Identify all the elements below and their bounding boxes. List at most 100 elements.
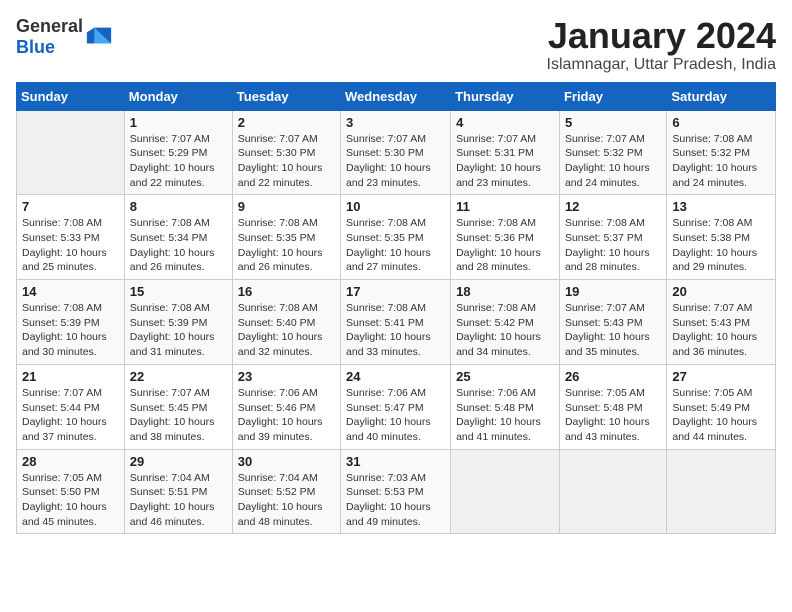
day-info: Sunrise: 7:07 AM Sunset: 5:30 PM Dayligh…: [346, 132, 445, 191]
day-number: 30: [238, 454, 335, 469]
day-info: Sunrise: 7:05 AM Sunset: 5:48 PM Dayligh…: [565, 386, 661, 445]
day-info: Sunrise: 7:08 AM Sunset: 5:37 PM Dayligh…: [565, 216, 661, 275]
day-info: Sunrise: 7:03 AM Sunset: 5:53 PM Dayligh…: [346, 471, 445, 530]
header-day-tuesday: Tuesday: [232, 82, 340, 110]
calendar-week-row: 21Sunrise: 7:07 AM Sunset: 5:44 PM Dayli…: [17, 364, 776, 449]
header-day-wednesday: Wednesday: [341, 82, 451, 110]
calendar-cell: 22Sunrise: 7:07 AM Sunset: 5:45 PM Dayli…: [124, 364, 232, 449]
day-number: 14: [22, 284, 119, 299]
day-info: Sunrise: 7:07 AM Sunset: 5:44 PM Dayligh…: [22, 386, 119, 445]
day-info: Sunrise: 7:05 AM Sunset: 5:50 PM Dayligh…: [22, 471, 119, 530]
day-number: 5: [565, 115, 661, 130]
day-info: Sunrise: 7:08 AM Sunset: 5:32 PM Dayligh…: [672, 132, 770, 191]
calendar-cell: 23 Sunrise: 7:06 AM Sunset: 5:46 PM Dayli…: [232, 364, 340, 449]
calendar-cell: 7 Sunrise: 7:08 AM Sunset: 5:33 PM Daylig…: [17, 195, 125, 280]
calendar-cell: 31Sunrise: 7:03 AM Sunset: 5:53 PM Dayli…: [341, 449, 451, 534]
calendar-week-row: 1 Sunrise: 7:07 AM Sunset: 5:29 PM Daylig…: [17, 110, 776, 195]
day-number: 17: [346, 284, 445, 299]
calendar-cell: 28 Sunrise: 7:05 AM Sunset: 5:50 PM Dayli…: [17, 449, 125, 534]
day-info: Sunrise: 7:08 AM Sunset: 5:41 PM Dayligh…: [346, 301, 445, 360]
day-number: 20: [672, 284, 770, 299]
calendar-cell: 13 Sunrise: 7:08 AM Sunset: 5:38 PM Dayli…: [667, 195, 776, 280]
day-number: 11: [456, 199, 554, 214]
day-number: 1: [130, 115, 227, 130]
day-number: 25: [456, 369, 554, 384]
calendar-cell: 18 Sunrise: 7:08 AM Sunset: 5:42 PM Dayli…: [451, 280, 560, 365]
day-info: Sunrise: 7:08 AM Sunset: 5:35 PM Dayligh…: [346, 216, 445, 275]
calendar-cell: 21Sunrise: 7:07 AM Sunset: 5:44 PM Dayli…: [17, 364, 125, 449]
calendar-cell: 8 Sunrise: 7:08 AM Sunset: 5:34 PM Daylig…: [124, 195, 232, 280]
calendar-cell: 1 Sunrise: 7:07 AM Sunset: 5:29 PM Daylig…: [124, 110, 232, 195]
header-day-thursday: Thursday: [451, 82, 560, 110]
day-number: 19: [565, 284, 661, 299]
day-number: 15: [130, 284, 227, 299]
day-number: 28: [22, 454, 119, 469]
calendar-week-row: 7 Sunrise: 7:08 AM Sunset: 5:33 PM Daylig…: [17, 195, 776, 280]
day-number: 16: [238, 284, 335, 299]
calendar-cell: 19Sunrise: 7:07 AM Sunset: 5:43 PM Dayli…: [559, 280, 666, 365]
day-number: 3: [346, 115, 445, 130]
logo-text: General Blue: [16, 16, 83, 58]
calendar-cell: 17 Sunrise: 7:08 AM Sunset: 5:41 PM Dayli…: [341, 280, 451, 365]
day-info: Sunrise: 7:04 AM Sunset: 5:52 PM Dayligh…: [238, 471, 335, 530]
day-number: 2: [238, 115, 335, 130]
day-number: 4: [456, 115, 554, 130]
day-info: Sunrise: 7:08 AM Sunset: 5:39 PM Dayligh…: [22, 301, 119, 360]
day-info: Sunrise: 7:04 AM Sunset: 5:51 PM Dayligh…: [130, 471, 227, 530]
day-info: Sunrise: 7:07 AM Sunset: 5:31 PM Dayligh…: [456, 132, 554, 191]
calendar-cell: 16 Sunrise: 7:08 AM Sunset: 5:40 PM Dayli…: [232, 280, 340, 365]
day-number: 22: [130, 369, 227, 384]
day-info: Sunrise: 7:07 AM Sunset: 5:30 PM Dayligh…: [238, 132, 335, 191]
calendar-cell: [559, 449, 666, 534]
calendar-cell: 25 Sunrise: 7:06 AM Sunset: 5:48 PM Dayli…: [451, 364, 560, 449]
calendar-cell: [451, 449, 560, 534]
calendar-week-row: 14 Sunrise: 7:08 AM Sunset: 5:39 PM Dayli…: [17, 280, 776, 365]
logo-blue: Blue: [16, 37, 55, 57]
day-info: Sunrise: 7:08 AM Sunset: 5:42 PM Dayligh…: [456, 301, 554, 360]
calendar-cell: 10 Sunrise: 7:08 AM Sunset: 5:35 PM Dayli…: [341, 195, 451, 280]
day-number: 10: [346, 199, 445, 214]
calendar-cell: 20 Sunrise: 7:07 AM Sunset: 5:43 PM Dayli…: [667, 280, 776, 365]
day-info: Sunrise: 7:08 AM Sunset: 5:40 PM Dayligh…: [238, 301, 335, 360]
calendar-cell: 3 Sunrise: 7:07 AM Sunset: 5:30 PM Daylig…: [341, 110, 451, 195]
day-number: 6: [672, 115, 770, 130]
day-number: 13: [672, 199, 770, 214]
calendar-cell: 26Sunrise: 7:05 AM Sunset: 5:48 PM Dayli…: [559, 364, 666, 449]
calendar-cell: 30 Sunrise: 7:04 AM Sunset: 5:52 PM Dayli…: [232, 449, 340, 534]
header-day-saturday: Saturday: [667, 82, 776, 110]
day-info: Sunrise: 7:06 AM Sunset: 5:46 PM Dayligh…: [238, 386, 335, 445]
month-year-title: January 2024: [547, 16, 776, 56]
calendar-header-row: SundayMondayTuesdayWednesdayThursdayFrid…: [17, 82, 776, 110]
day-info: Sunrise: 7:08 AM Sunset: 5:34 PM Dayligh…: [130, 216, 227, 275]
day-info: Sunrise: 7:07 AM Sunset: 5:29 PM Dayligh…: [130, 132, 227, 191]
day-info: Sunrise: 7:08 AM Sunset: 5:33 PM Dayligh…: [22, 216, 119, 275]
day-number: 27: [672, 369, 770, 384]
calendar-cell: 27Sunrise: 7:05 AM Sunset: 5:49 PM Dayli…: [667, 364, 776, 449]
calendar-cell: 9 Sunrise: 7:08 AM Sunset: 5:35 PM Daylig…: [232, 195, 340, 280]
day-info: Sunrise: 7:07 AM Sunset: 5:43 PM Dayligh…: [672, 301, 770, 360]
day-number: 7: [22, 199, 119, 214]
page-header: General Blue January 2024 Islamnagar, Ut…: [16, 16, 776, 74]
calendar-cell: 15Sunrise: 7:08 AM Sunset: 5:39 PM Dayli…: [124, 280, 232, 365]
calendar-cell: 12Sunrise: 7:08 AM Sunset: 5:37 PM Dayli…: [559, 195, 666, 280]
logo: General Blue: [16, 16, 113, 58]
day-number: 9: [238, 199, 335, 214]
calendar-week-row: 28 Sunrise: 7:05 AM Sunset: 5:50 PM Dayli…: [17, 449, 776, 534]
header-day-friday: Friday: [559, 82, 666, 110]
calendar-cell: 6 Sunrise: 7:08 AM Sunset: 5:32 PM Daylig…: [667, 110, 776, 195]
calendar-cell: 24 Sunrise: 7:06 AM Sunset: 5:47 PM Dayli…: [341, 364, 451, 449]
day-info: Sunrise: 7:06 AM Sunset: 5:48 PM Dayligh…: [456, 386, 554, 445]
day-info: Sunrise: 7:06 AM Sunset: 5:47 PM Dayligh…: [346, 386, 445, 445]
day-info: Sunrise: 7:08 AM Sunset: 5:38 PM Dayligh…: [672, 216, 770, 275]
logo-general: General: [16, 16, 83, 36]
calendar-cell: 2 Sunrise: 7:07 AM Sunset: 5:30 PM Daylig…: [232, 110, 340, 195]
day-number: 8: [130, 199, 227, 214]
day-info: Sunrise: 7:08 AM Sunset: 5:35 PM Dayligh…: [238, 216, 335, 275]
day-info: Sunrise: 7:08 AM Sunset: 5:36 PM Dayligh…: [456, 216, 554, 275]
header-day-sunday: Sunday: [17, 82, 125, 110]
day-number: 24: [346, 369, 445, 384]
day-number: 18: [456, 284, 554, 299]
calendar-cell: 5Sunrise: 7:07 AM Sunset: 5:32 PM Daylig…: [559, 110, 666, 195]
logo-icon: [85, 23, 113, 51]
day-number: 23: [238, 369, 335, 384]
